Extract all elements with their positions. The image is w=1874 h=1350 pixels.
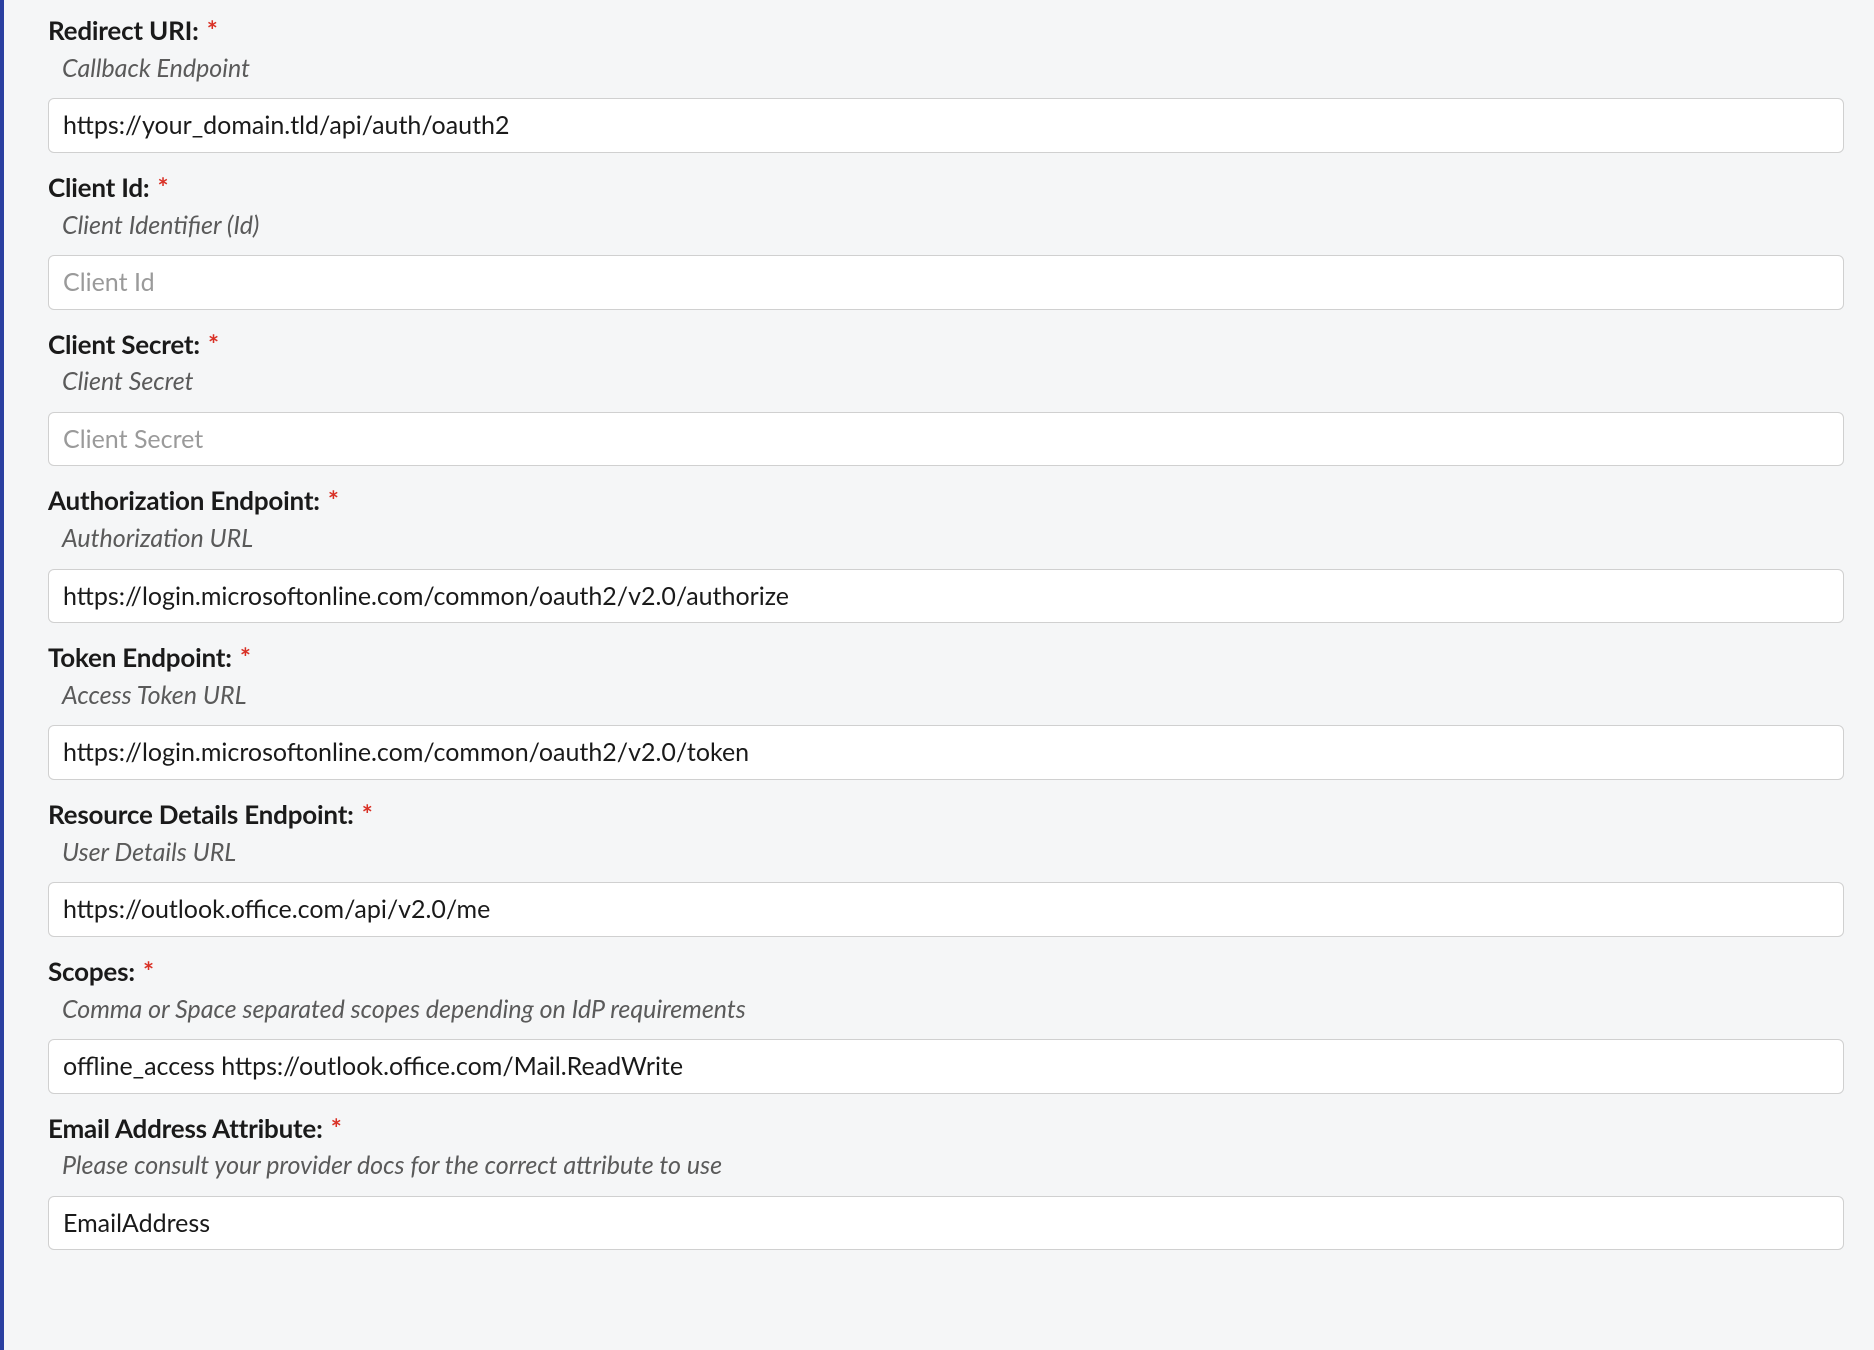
label-text: Authorization Endpoint:	[48, 484, 320, 516]
label-text: Redirect URI:	[48, 14, 199, 46]
input-client-id[interactable]	[48, 255, 1844, 310]
input-client-secret[interactable]	[48, 412, 1844, 467]
label-redirect-uri: Redirect URI: *	[48, 14, 1844, 48]
required-icon: *	[362, 798, 373, 830]
help-authorization-endpoint: Authorization URL	[62, 522, 1844, 555]
field-client-id: Client Id: * Client Identifier (Id)	[48, 171, 1844, 310]
help-client-id: Client Identifier (Id)	[62, 209, 1844, 242]
field-redirect-uri: Redirect URI: * Callback Endpoint	[48, 14, 1844, 153]
required-icon: *	[143, 955, 154, 987]
label-token-endpoint: Token Endpoint: *	[48, 641, 1844, 675]
help-scopes: Comma or Space separated scopes dependin…	[62, 993, 1844, 1026]
label-authorization-endpoint: Authorization Endpoint: *	[48, 484, 1844, 518]
oauth-config-panel: Redirect URI: * Callback Endpoint Client…	[0, 0, 1874, 1350]
label-text: Token Endpoint:	[48, 641, 232, 673]
help-token-endpoint: Access Token URL	[62, 679, 1844, 712]
input-email-address-attribute[interactable]	[48, 1196, 1844, 1251]
label-resource-details-endpoint: Resource Details Endpoint: *	[48, 798, 1844, 832]
field-resource-details-endpoint: Resource Details Endpoint: * User Detail…	[48, 798, 1844, 937]
label-text: Email Address Attribute:	[48, 1112, 323, 1144]
label-email-address-attribute: Email Address Attribute: *	[48, 1112, 1844, 1146]
field-client-secret: Client Secret: * Client Secret	[48, 328, 1844, 467]
required-icon: *	[158, 171, 169, 203]
input-token-endpoint[interactable]	[48, 725, 1844, 780]
input-resource-details-endpoint[interactable]	[48, 882, 1844, 937]
help-resource-details-endpoint: User Details URL	[62, 836, 1844, 869]
label-text: Client Secret:	[48, 328, 200, 360]
label-scopes: Scopes: *	[48, 955, 1844, 989]
required-icon: *	[208, 328, 219, 360]
required-icon: *	[328, 484, 339, 516]
label-text: Client Id:	[48, 171, 149, 203]
input-redirect-uri[interactable]	[48, 98, 1844, 153]
label-client-secret: Client Secret: *	[48, 328, 1844, 362]
label-text: Resource Details Endpoint:	[48, 798, 354, 830]
help-redirect-uri: Callback Endpoint	[62, 52, 1844, 85]
input-authorization-endpoint[interactable]	[48, 569, 1844, 624]
help-client-secret: Client Secret	[62, 365, 1844, 398]
field-token-endpoint: Token Endpoint: * Access Token URL	[48, 641, 1844, 780]
field-authorization-endpoint: Authorization Endpoint: * Authorization …	[48, 484, 1844, 623]
required-icon: *	[240, 641, 251, 673]
label-text: Scopes:	[48, 955, 135, 987]
help-email-address-attribute: Please consult your provider docs for th…	[62, 1149, 1844, 1182]
field-scopes: Scopes: * Comma or Space separated scope…	[48, 955, 1844, 1094]
label-client-id: Client Id: *	[48, 171, 1844, 205]
required-icon: *	[331, 1112, 342, 1144]
field-email-address-attribute: Email Address Attribute: * Please consul…	[48, 1112, 1844, 1251]
required-icon: *	[207, 14, 218, 46]
input-scopes[interactable]	[48, 1039, 1844, 1094]
